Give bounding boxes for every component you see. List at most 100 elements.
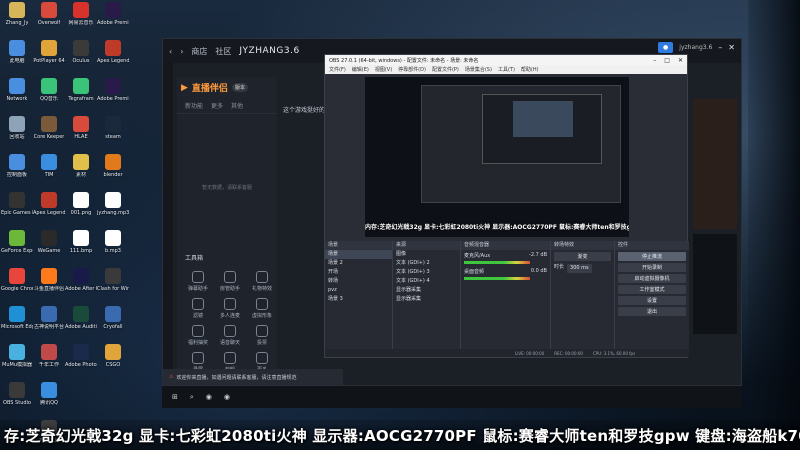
source-item[interactable]: 图像 <box>393 250 460 259</box>
tool-item[interactable]: 礼物特效 <box>247 271 277 292</box>
tool-item[interactable]: 弹幕助手 <box>183 271 213 292</box>
tool-item[interactable]: 投票 <box>247 325 277 346</box>
tool-item[interactable]: 虚拟形象 <box>247 298 277 319</box>
source-item[interactable]: 显示器采集 <box>393 295 460 304</box>
obs-menu-item[interactable]: 停靠部件(D) <box>398 66 426 73</box>
desktop-icon[interactable]: Adobe Premiere <box>97 2 129 36</box>
game-card-dread[interactable] <box>693 99 737 229</box>
desktop-icon[interactable]: Adobe Audition <box>65 306 97 340</box>
obs-menu-item[interactable]: 编辑(E) <box>352 66 369 73</box>
desktop-icon[interactable]: Overwolf <box>34 2 64 36</box>
duration-input[interactable]: 300 ms <box>567 264 592 273</box>
taskbar-app-icon[interactable]: ◉ <box>224 393 230 401</box>
tab-community[interactable]: 社区 <box>215 46 231 57</box>
start-icon[interactable]: ⊞ <box>172 393 178 401</box>
desktop-icon[interactable]: Core Keeper <box>34 116 64 150</box>
obs-preview[interactable]: 内存:芝奇幻光戟32g 显卡:七彩虹2080ti火神 显示器:AOCG2770P… <box>365 77 629 237</box>
volume-meter[interactable] <box>464 277 531 280</box>
source-item[interactable]: 文本 (GDI+) 2 <box>393 259 460 268</box>
minimize-icon[interactable]: – <box>718 43 722 52</box>
taskbar-app-icon[interactable]: ◉ <box>206 393 212 401</box>
desktop-icon[interactable]: HLAE <box>66 116 96 150</box>
desktop-icon[interactable]: 斗鱼直播伴侣 <box>34 268 64 302</box>
obs-menu-item[interactable]: 工具(T) <box>498 66 515 73</box>
back-icon[interactable]: ‹ <box>169 47 172 56</box>
desktop-icon[interactable]: 千年工作 <box>34 344 64 378</box>
close-icon[interactable]: ✕ <box>678 57 683 64</box>
obs-control-button[interactable]: 开始录制 <box>618 263 686 272</box>
desktop-icon[interactable]: Cryofall <box>98 306 128 340</box>
source-item[interactable]: 文本 (GDI+) 3 <box>393 268 460 277</box>
desktop-icon[interactable]: 素材 <box>66 154 96 188</box>
obs-menu-item[interactable]: 帮助(H) <box>521 66 539 73</box>
scene-item[interactable]: 场景 2 <box>325 259 392 268</box>
desktop-icon[interactable]: MuMu模拟器 <box>2 344 32 378</box>
user-label[interactable]: jyzhang3.6 <box>679 44 712 51</box>
search-icon[interactable]: ⌕ <box>190 393 194 402</box>
obs-menu-item[interactable]: 场景集合(S) <box>465 66 492 73</box>
desktop-icon[interactable]: steam <box>98 116 128 150</box>
desktop-icon[interactable]: TIM <box>34 154 64 188</box>
transition-select[interactable]: 渐变 <box>554 252 611 261</box>
desktop-icon[interactable]: QQ音乐 <box>34 78 64 112</box>
desktop-icon[interactable]: 网易云音乐 <box>66 2 96 36</box>
tool-item[interactable]: 滤镜 <box>183 298 213 319</box>
desktop-icon[interactable]: blender <box>98 154 128 188</box>
desktop-icon[interactable]: 111.bmp <box>66 230 96 264</box>
tool-item[interactable]: 福利抽奖 <box>183 325 213 346</box>
desktop-icon[interactable]: Network <box>2 78 32 112</box>
desktop-icon[interactable]: 古神说明平台 <box>34 306 64 340</box>
desktop-icon[interactable]: PotPlayer 64 <box>33 40 65 74</box>
tool-item[interactable]: 房管助手 <box>215 271 245 292</box>
scene-item[interactable]: 转场 <box>325 277 392 286</box>
desktop-icon[interactable]: 001.png <box>66 192 96 226</box>
scene-item[interactable]: 场景 <box>325 250 392 259</box>
desktop-icon[interactable]: Microsoft Edge <box>1 306 33 340</box>
forward-icon[interactable]: › <box>180 47 183 56</box>
desktop-icon[interactable]: WeGame <box>34 230 64 264</box>
desktop-icon[interactable]: Epic Games Launcher <box>1 192 33 226</box>
source-item[interactable]: 显示器采集 <box>393 286 460 295</box>
panel-tab[interactable]: 更多 <box>211 101 223 110</box>
obs-menu-item[interactable]: 配置文件(P) <box>432 66 459 73</box>
obs-menu-item[interactable]: 视图(V) <box>375 66 392 73</box>
obs-control-button[interactable]: 启动虚拟摄像机 <box>618 274 686 283</box>
desktop-icon[interactable]: Zhang_Jy <box>2 2 32 36</box>
scene-item[interactable]: 场景 3 <box>325 295 392 304</box>
obs-menu-item[interactable]: 文件(F) <box>329 66 346 73</box>
game-card-apex[interactable] <box>693 234 737 334</box>
live-status-pill[interactable]: ● <box>658 42 674 53</box>
scene-item[interactable]: pvz <box>325 286 392 295</box>
tool-item[interactable]: 语音聊天 <box>215 325 245 346</box>
desktop-icon[interactable]: 控制面板 <box>2 154 32 188</box>
desktop-icon[interactable]: Oculus <box>66 40 96 74</box>
desktop-icon[interactable]: Adobe Photoshop <box>65 344 97 378</box>
desktop-icon[interactable]: 腾讯QQ <box>34 382 64 416</box>
desktop-icon[interactable]: Adobe Premiere Pro <box>97 78 129 112</box>
desktop-icon[interactable]: Google Chrome <box>1 268 33 302</box>
panel-tab[interactable]: 其他 <box>231 101 243 110</box>
volume-meter[interactable] <box>464 261 531 264</box>
desktop-icon[interactable]: Tegrafram <box>66 78 96 112</box>
desktop-icon[interactable]: Adobe After Effects 2022 <box>65 268 97 302</box>
desktop-icon[interactable]: Apex Legends <box>33 192 65 226</box>
obs-control-button[interactable]: 设置 <box>618 296 686 305</box>
desktop-icon[interactable]: b.mp3 <box>98 230 128 264</box>
desktop-icon[interactable]: GeForce Experience <box>1 230 33 264</box>
mixer-channel[interactable]: 桌面音频 0.0 dB <box>461 266 550 282</box>
desktop-icon[interactable]: Clash for Windows <box>97 268 129 302</box>
obs-control-button[interactable]: 退出 <box>618 307 686 316</box>
close-icon[interactable]: ✕ <box>728 43 735 52</box>
maximize-icon[interactable]: □ <box>664 57 670 64</box>
obs-window[interactable]: OBS 27.0.1 (64-bit, windows) - 配置文件: 未命名… <box>324 54 689 358</box>
scene-item[interactable]: 开场 <box>325 268 392 277</box>
tab-store[interactable]: 商店 <box>191 46 207 57</box>
source-item[interactable]: 文本 (GDI+) 4 <box>393 277 460 286</box>
desktop-icon[interactable]: 回收站 <box>2 116 32 150</box>
mixer-channel[interactable]: 麦克风/Aux -2.7 dB <box>461 250 550 266</box>
desktop-icon[interactable]: jyzhang.mp3 <box>97 192 129 226</box>
desktop-icon[interactable]: 此电脑 <box>2 40 32 74</box>
obs-control-button[interactable]: 停止推流 <box>618 252 686 261</box>
desktop-icon[interactable]: OBS Studio <box>2 382 32 416</box>
user-name-title[interactable]: JYZHANG3.6 <box>239 46 299 56</box>
